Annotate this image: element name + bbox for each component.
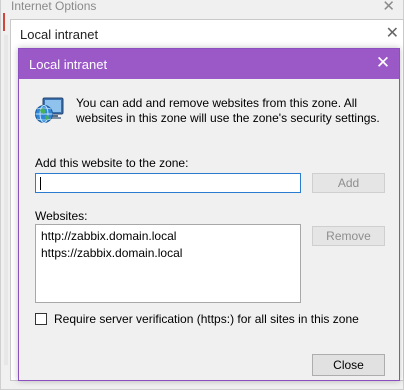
list-item[interactable]: http://zabbix.domain.local xyxy=(41,229,176,243)
remove-button[interactable]: Remove xyxy=(312,226,385,246)
text-caret xyxy=(40,177,41,190)
globe-computer-icon xyxy=(35,97,64,123)
zone-description: You can add and remove websites from thi… xyxy=(76,96,380,125)
local-intranet-parent-close-icon[interactable]: ✕ xyxy=(386,23,399,43)
require-https-label[interactable]: Require server verification (https:) for… xyxy=(54,312,359,326)
add-button[interactable]: Add xyxy=(312,173,385,193)
dialog-close-icon[interactable]: ✕ xyxy=(374,53,392,73)
window-edge-divider xyxy=(4,35,8,365)
add-website-label: Add this website to the zone: xyxy=(35,156,189,170)
local-intranet-parent-title: Local intranet xyxy=(20,27,99,42)
websites-list[interactable]: http://zabbix.domain.local https://zabbi… xyxy=(35,224,301,303)
add-website-input[interactable] xyxy=(35,173,301,193)
close-button[interactable]: Close xyxy=(312,354,385,376)
websites-label: Websites: xyxy=(35,209,88,223)
ie-logo-fragment-icon xyxy=(3,13,5,31)
internet-options-close-icon[interactable]: ✕ xyxy=(382,0,395,15)
dialog-title: Local intranet xyxy=(29,57,108,72)
dialog-titlebar[interactable]: Local intranet ✕ xyxy=(19,49,399,79)
local-intranet-sites-dialog: Local intranet ✕ You can add and remove … xyxy=(18,48,400,381)
internet-options-title: Internet Options xyxy=(11,0,97,13)
list-item[interactable]: https://zabbix.domain.local xyxy=(41,246,182,260)
require-https-checkbox[interactable] xyxy=(35,313,47,325)
